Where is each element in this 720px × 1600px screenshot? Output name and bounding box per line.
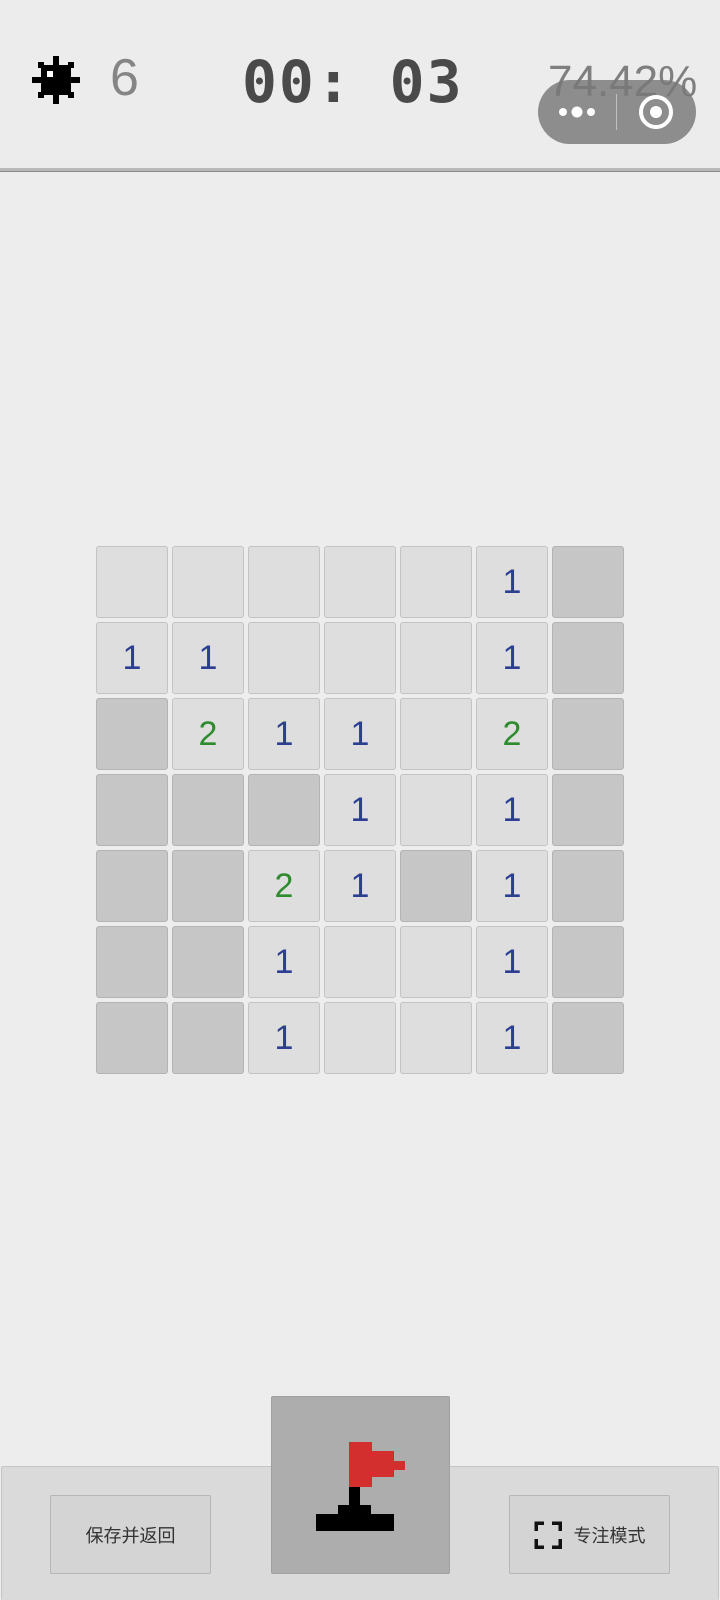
save-and-return-button[interactable]: 保存并返回: [50, 1495, 211, 1574]
board-cell[interactable]: [324, 926, 396, 998]
board-cell[interactable]: [400, 546, 472, 618]
board-cell[interactable]: 1: [172, 622, 244, 694]
more-button[interactable]: [538, 80, 616, 144]
minesweeper-board: 11112112112111111: [96, 546, 624, 1074]
focus-mode-button[interactable]: 专注模式: [509, 1495, 670, 1574]
board-cell[interactable]: [172, 774, 244, 846]
board-cell[interactable]: [96, 926, 168, 998]
board-cell[interactable]: [552, 774, 624, 846]
board-cell[interactable]: [172, 1002, 244, 1074]
board-cell[interactable]: [248, 546, 320, 618]
board-cell[interactable]: [552, 698, 624, 770]
board-cell[interactable]: [400, 1002, 472, 1074]
board-cell[interactable]: 1: [476, 1002, 548, 1074]
board-cell[interactable]: 1: [324, 698, 396, 770]
board-cell[interactable]: [324, 622, 396, 694]
board-cell[interactable]: [248, 774, 320, 846]
more-dots-icon: [559, 106, 595, 118]
board-cell[interactable]: [248, 622, 320, 694]
target-circle-icon: [639, 95, 673, 129]
board-cell[interactable]: 1: [476, 850, 548, 922]
header: 6 00: 03 74.42%: [0, 0, 720, 172]
board-cell[interactable]: [552, 622, 624, 694]
board-cell[interactable]: 1: [324, 850, 396, 922]
board-cell[interactable]: [552, 850, 624, 922]
board-cell[interactable]: [400, 698, 472, 770]
board-cell[interactable]: 1: [476, 926, 548, 998]
board-cell[interactable]: [172, 546, 244, 618]
flag-icon: [316, 1442, 405, 1531]
board-cell[interactable]: [96, 698, 168, 770]
focus-mode-label: 专注模式: [573, 1525, 646, 1546]
board-cell[interactable]: [552, 926, 624, 998]
board-cell[interactable]: [400, 926, 472, 998]
board-cell[interactable]: 2: [248, 850, 320, 922]
board-cell[interactable]: [324, 1002, 396, 1074]
save-and-return-label: 保存并返回: [85, 1525, 176, 1546]
board-cell[interactable]: [96, 850, 168, 922]
board-cell[interactable]: 1: [476, 622, 548, 694]
board-cell[interactable]: 1: [248, 1002, 320, 1074]
mine-icon: [32, 56, 80, 104]
flag-mode-button[interactable]: [271, 1396, 450, 1574]
mini-program-capsule: [538, 80, 696, 144]
board-cell[interactable]: [400, 774, 472, 846]
board-cell[interactable]: [400, 622, 472, 694]
board-cell[interactable]: [172, 850, 244, 922]
board-cell[interactable]: 1: [248, 698, 320, 770]
board-cell[interactable]: [172, 926, 244, 998]
board-cell[interactable]: 1: [476, 546, 548, 618]
board-cell[interactable]: 2: [172, 698, 244, 770]
board-cell[interactable]: [400, 850, 472, 922]
board-cell[interactable]: 1: [476, 774, 548, 846]
close-mini-program-button[interactable]: [617, 80, 695, 144]
board-cell[interactable]: 1: [96, 622, 168, 694]
board-cell[interactable]: 1: [248, 926, 320, 998]
board-cell[interactable]: 1: [324, 774, 396, 846]
board-cell[interactable]: [96, 1002, 168, 1074]
board-cell[interactable]: [324, 546, 396, 618]
mine-counter: 6: [110, 49, 139, 107]
board-cell[interactable]: [552, 546, 624, 618]
fullscreen-icon: [533, 1520, 562, 1549]
board-cell[interactable]: [96, 774, 168, 846]
board-cell[interactable]: [552, 1002, 624, 1074]
board-cell[interactable]: 2: [476, 698, 548, 770]
game-timer: 00: 03: [242, 48, 464, 116]
board-cell[interactable]: [96, 546, 168, 618]
